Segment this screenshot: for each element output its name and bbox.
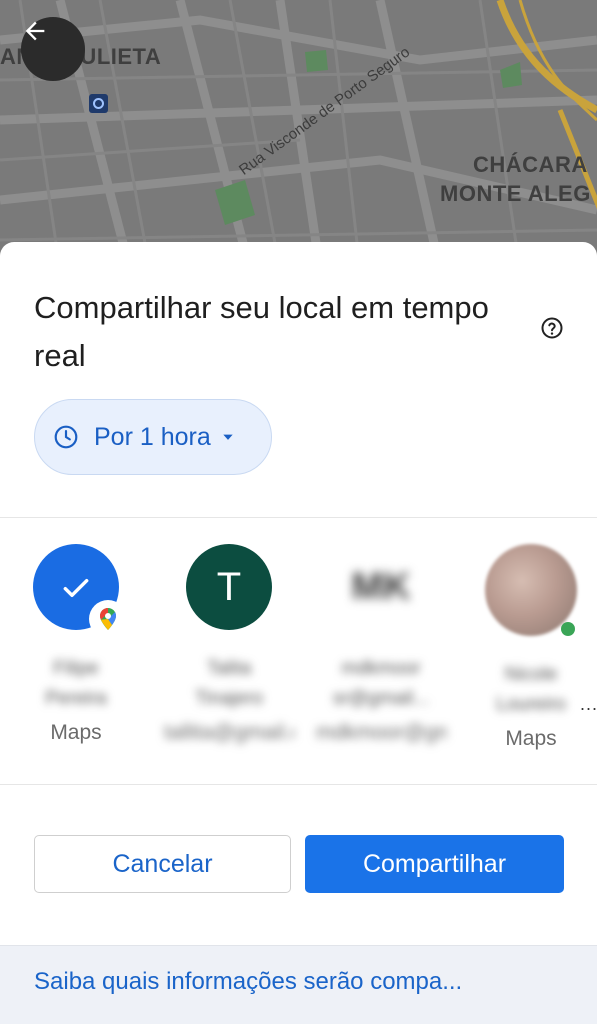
map-label-monte-alegre: MONTE ALEG bbox=[440, 181, 591, 206]
check-icon bbox=[63, 578, 89, 598]
contact-name-line: Filipe bbox=[53, 658, 99, 679]
contact-name-line: Loureiro bbox=[496, 694, 566, 715]
screen: ANJA JULIETA CHÁCARA MONTE ALEG Rua Visc… bbox=[0, 0, 597, 1024]
caret-down-icon bbox=[223, 434, 233, 440]
avatar bbox=[485, 544, 577, 636]
contact-name-line: Pereira bbox=[45, 688, 107, 709]
metro-station-icon[interactable] bbox=[89, 94, 108, 113]
avatar-initial: T bbox=[216, 564, 242, 609]
avatar: MK bbox=[338, 544, 424, 630]
info-footer: Saiba quais informações serão compa... bbox=[0, 945, 597, 1024]
contact-sub-label: Maps bbox=[50, 721, 102, 744]
contact-name-line: mdkmoor bbox=[341, 658, 421, 679]
avatar-text: MK bbox=[351, 565, 411, 608]
contact-name-line: Tinajero bbox=[195, 688, 263, 709]
share-location-sheet: Compartilhar seu local em tempo real Por… bbox=[0, 242, 597, 1024]
contact-item[interactable]: T Talita Tinajero tallita@gmail.com bbox=[164, 544, 294, 748]
contact-name-line: Talita bbox=[206, 658, 252, 679]
help-circle-icon[interactable] bbox=[540, 316, 564, 340]
sheet-title: Compartilhar seu local em tempo real bbox=[34, 290, 489, 373]
divider bbox=[0, 517, 597, 518]
info-link[interactable]: Saiba quais informações serão compa... bbox=[34, 968, 462, 996]
contact-sub-label: tallita@gmail.com bbox=[164, 721, 294, 744]
avatar: T bbox=[186, 544, 272, 630]
contact-sub-label: mdkmoor@gmail bbox=[316, 721, 446, 744]
arrow-left-icon bbox=[25, 21, 45, 41]
cancel-button[interactable]: Cancelar bbox=[34, 835, 291, 893]
contact-item[interactable]: Filipe Pereira Maps bbox=[11, 544, 141, 748]
contact-name-line: Nicole bbox=[504, 664, 558, 685]
duration-dropdown[interactable]: Por 1 hora bbox=[34, 399, 272, 475]
contact-item[interactable]: MK mdkmoor sr@gmail... mdkmoor@gmail bbox=[316, 544, 446, 748]
divider bbox=[0, 784, 597, 785]
map-label-chacara: CHÁCARA bbox=[473, 152, 588, 177]
duration-label: Por 1 hora bbox=[94, 422, 211, 451]
more-contacts-indicator[interactable]: ... bbox=[580, 694, 597, 715]
back-button[interactable] bbox=[21, 17, 85, 81]
google-maps-pin-icon bbox=[91, 602, 125, 636]
contact-item[interactable]: Nicole Loureiro Maps bbox=[466, 544, 596, 754]
contact-sub-label: Maps bbox=[505, 727, 557, 750]
map-view[interactable]: ANJA JULIETA CHÁCARA MONTE ALEG Rua Visc… bbox=[0, 0, 597, 270]
clock-icon bbox=[54, 425, 78, 449]
google-maps-pin-icon bbox=[561, 622, 575, 636]
share-button[interactable]: Compartilhar bbox=[305, 835, 564, 893]
contact-name-line: sr@gmail... bbox=[332, 688, 430, 709]
avatar-selected bbox=[33, 544, 125, 636]
